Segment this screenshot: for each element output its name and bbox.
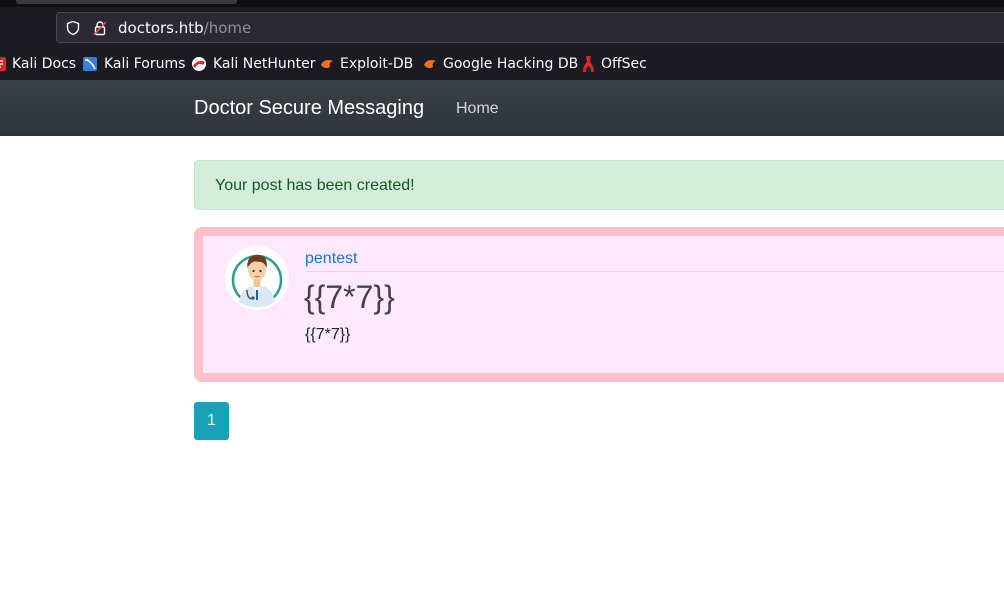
nav-link-home[interactable]: Home [456, 99, 499, 119]
bookmark-kali-nethunter[interactable]: Kali NetHunter [191, 55, 315, 73]
url-bar[interactable]: doctors.htb/home [56, 12, 1004, 43]
url-text[interactable]: doctors.htb/home [118, 19, 251, 37]
avatar [225, 246, 289, 310]
site-navbar: Doctor Secure Messaging Home [0, 80, 1004, 136]
tab-strip [0, 0, 1004, 7]
bookmark-google-hacking-db[interactable]: Google Hacking DB [423, 55, 578, 73]
post-card: pentest {{7*7}} {{7*7}} [194, 227, 1004, 382]
bookmark-label: OffSec [601, 56, 647, 72]
pagination-page-1[interactable]: 1 [194, 402, 229, 440]
active-tab[interactable] [16, 0, 237, 4]
bookmark-label: Kali NetHunter [213, 56, 316, 72]
lock-insecure-icon[interactable] [92, 20, 108, 36]
bookmark-offsec[interactable]: OffSec [582, 55, 647, 73]
bookmark-label: Exploit-DB [340, 56, 414, 72]
post-content: {{7*7}} [305, 326, 351, 343]
post-divider [305, 271, 1004, 272]
kali-forums-icon [83, 57, 97, 71]
bookmark-label: Kali Forums [104, 56, 186, 72]
offsec-icon [583, 56, 594, 72]
alert-message: Your post has been created! [215, 177, 415, 194]
navbar-brand[interactable]: Doctor Secure Messaging [194, 96, 424, 120]
kali-nethunter-icon [192, 57, 206, 71]
bookmarks-bar: Kali Docs Kali Forums Kali NetHunter Exp… [0, 49, 1004, 79]
bookmark-kali-docs[interactable]: Kali Docs [0, 55, 76, 73]
exploit-db-icon [321, 60, 333, 69]
google-hacking-db-icon [424, 60, 436, 69]
browser-chrome: doctors.htb/home Kali Docs Kali Forums K… [0, 0, 1004, 80]
shield-icon[interactable] [65, 20, 81, 36]
success-alert: Your post has been created! [194, 160, 1004, 210]
post-author-link[interactable]: pentest [305, 249, 357, 269]
kali-docs-icon [0, 57, 6, 71]
post-title[interactable]: {{7*7}} [304, 277, 395, 317]
bookmark-kali-forums[interactable]: Kali Forums [82, 55, 185, 73]
bookmark-exploit-db[interactable]: Exploit-DB [320, 55, 413, 73]
doctor-avatar-icon [226, 247, 288, 309]
url-path: /home [203, 19, 252, 37]
url-host: doctors.htb [118, 19, 204, 37]
bookmark-label: Google Hacking DB [443, 56, 579, 72]
bookmark-label: Kali Docs [12, 56, 77, 72]
